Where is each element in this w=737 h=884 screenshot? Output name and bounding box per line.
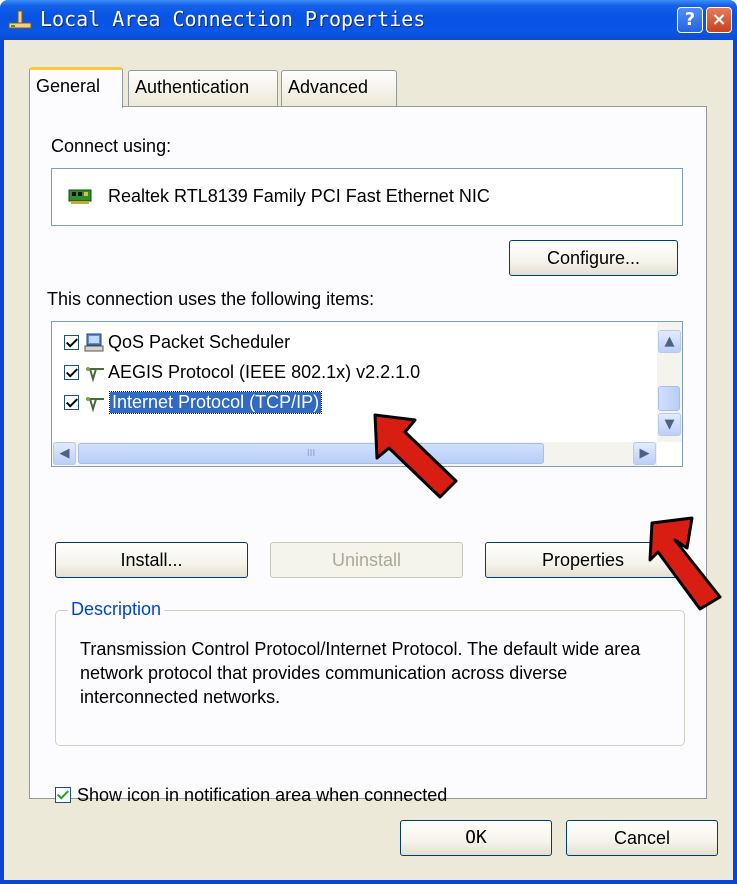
vertical-scroll-thumb[interactable] bbox=[658, 386, 680, 411]
horizontal-scroll-thumb[interactable]: III bbox=[78, 443, 544, 464]
qos-checkbox[interactable] bbox=[64, 335, 79, 350]
list-item-tcpip[interactable]: Internet Protocol (TCP/IP) bbox=[52, 390, 642, 416]
tcpip-label: Internet Protocol (TCP/IP) bbox=[108, 391, 323, 414]
install-button[interactable]: Install... bbox=[55, 542, 248, 578]
aegis-checkbox[interactable] bbox=[64, 365, 79, 380]
title-bar[interactable]: Local Area Connection Properties ? × bbox=[0, 0, 737, 40]
network-adapter-icon bbox=[68, 189, 92, 204]
components-list[interactable]: QoS Packet Scheduler AEGIS Protocol (IEE… bbox=[51, 321, 683, 467]
description-title: Description bbox=[68, 599, 165, 620]
list-item-qos[interactable]: QoS Packet Scheduler bbox=[52, 330, 642, 356]
tab-advanced[interactable]: Advanced bbox=[281, 70, 397, 106]
uninstall-button[interactable]: Uninstall bbox=[270, 542, 463, 578]
description-group: Description Transmission Control Protoco… bbox=[55, 599, 685, 746]
qos-scheduler-icon bbox=[84, 333, 104, 352]
show-icon-checkbox[interactable] bbox=[55, 787, 71, 803]
network-connection-icon bbox=[8, 10, 32, 29]
network-protocol-icon bbox=[86, 397, 104, 413]
dialog-client: General Authentication Advanced Connect … bbox=[4, 40, 733, 880]
close-button[interactable]: × bbox=[706, 7, 732, 33]
ok-button[interactable]: OK bbox=[400, 820, 552, 856]
items-label: This connection uses the following items… bbox=[47, 289, 375, 309]
tcpip-checkbox[interactable] bbox=[64, 395, 79, 410]
scroll-right-icon[interactable]: ▶ bbox=[633, 442, 656, 465]
aegis-label: AEGIS Protocol (IEEE 802.1x) v2.2.1.0 bbox=[108, 362, 421, 382]
configure-button[interactable]: Configure... bbox=[509, 240, 678, 276]
show-icon-label[interactable]: Show icon in notification area when conn… bbox=[77, 785, 447, 806]
tab-general[interactable]: General bbox=[29, 67, 123, 108]
properties-button[interactable]: Properties bbox=[485, 542, 681, 578]
vertical-scrollbar[interactable]: ▲ ▼ bbox=[657, 322, 682, 442]
scroll-down-icon[interactable]: ▼ bbox=[658, 413, 681, 436]
cancel-button[interactable]: Cancel bbox=[566, 820, 718, 856]
general-tab-panel: Connect using: Realtek RTL8139 Family PC… bbox=[29, 106, 707, 805]
scroll-up-icon[interactable]: ▲ bbox=[658, 330, 681, 353]
list-item-aegis[interactable]: AEGIS Protocol (IEEE 802.1x) v2.2.1.0 bbox=[52, 360, 642, 386]
window-title: Local Area Connection Properties bbox=[40, 7, 426, 31]
properties-window: Local Area Connection Properties ? × Gen… bbox=[0, 0, 737, 884]
connect-using-label: Connect using: bbox=[51, 136, 172, 156]
adapter-box: Realtek RTL8139 Family PCI Fast Ethernet… bbox=[51, 168, 683, 226]
description-text: Transmission Control Protocol/Internet P… bbox=[80, 639, 641, 707]
tab-authentication[interactable]: Authentication bbox=[128, 70, 278, 106]
help-button[interactable]: ? bbox=[677, 7, 703, 33]
scroll-left-icon[interactable]: ◀ bbox=[53, 442, 76, 465]
qos-label: QoS Packet Scheduler bbox=[108, 332, 291, 352]
network-protocol-icon bbox=[86, 367, 104, 383]
adapter-name: Realtek RTL8139 Family PCI Fast Ethernet… bbox=[108, 186, 490, 206]
horizontal-scrollbar[interactable]: ◀ III ▶ bbox=[52, 442, 657, 466]
